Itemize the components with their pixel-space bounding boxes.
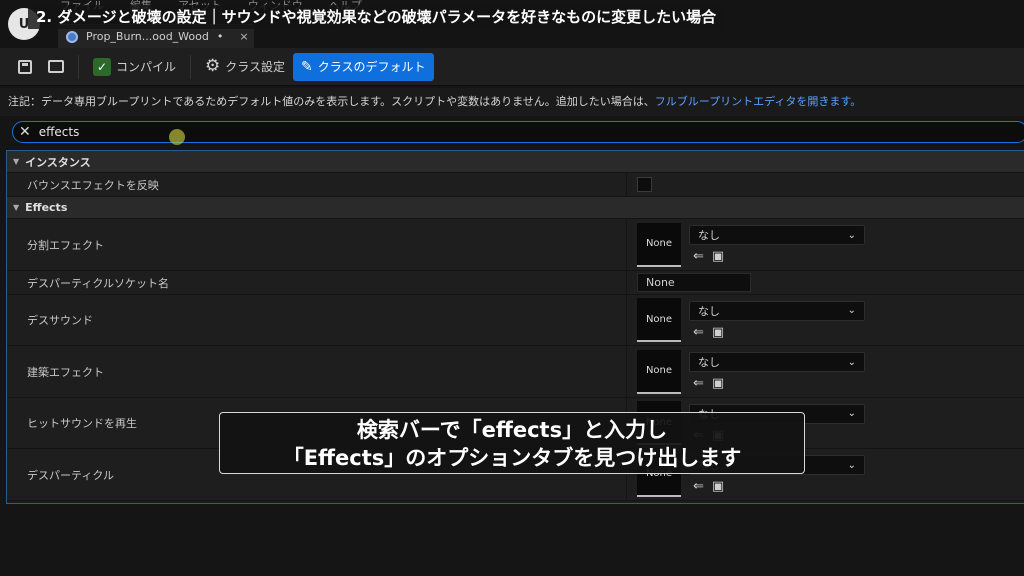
category-label: インスタンス bbox=[25, 155, 91, 169]
category-label: Effects bbox=[25, 201, 68, 214]
pencil-icon: ✎ bbox=[301, 58, 313, 75]
compile-label: コンパイル bbox=[116, 60, 177, 74]
save-icon bbox=[18, 59, 32, 74]
gear-icon: ⚙ bbox=[205, 56, 221, 76]
chevron-down-icon: ⌄ bbox=[847, 408, 856, 419]
data-only-notice: 注記：データ専用ブループリントであるためデフォルト値のみを表示します。スクリプト… bbox=[0, 88, 1024, 116]
notice-text: 注記：データ専用ブループリントであるためデフォルト値のみを表示します。スクリプト… bbox=[8, 95, 655, 108]
asset-thumbnail[interactable]: None bbox=[637, 349, 681, 394]
class-defaults-button[interactable]: ✎ クラスのデフォルト bbox=[293, 52, 434, 81]
bounce-effect-checkbox[interactable] bbox=[637, 177, 652, 192]
chevron-down-icon: ⌄ bbox=[847, 305, 856, 316]
title-bar: U ファイル 編集 アセット ウィンドウ ヘルプ Prop_Burn...ood… bbox=[0, 0, 1024, 48]
asset-picker-dropdown[interactable]: なし ⌄ bbox=[689, 225, 865, 245]
browse-asset-icon[interactable]: ▣ bbox=[712, 325, 724, 340]
toolbar-divider bbox=[190, 54, 192, 79]
modified-indicator: • bbox=[216, 30, 224, 43]
video-subtitle: 検索バーで「effects」と入力し 「Effects」のオプションタブを見つけ… bbox=[219, 412, 805, 474]
compile-button[interactable]: ✓ コンパイル bbox=[85, 53, 184, 81]
category-effects[interactable]: ▼ Effects bbox=[7, 197, 1024, 219]
asset-thumbnail[interactable]: None bbox=[637, 222, 681, 267]
class-settings-label: クラス設定 bbox=[225, 60, 286, 74]
browse-asset-icon[interactable]: ▣ bbox=[712, 479, 724, 494]
class-settings-button[interactable]: ⚙ クラス設定 bbox=[197, 53, 293, 81]
class-defaults-label: クラスのデフォルト bbox=[317, 60, 426, 74]
subtitle-line-1: 検索バーで「effects」と入力し bbox=[356, 418, 668, 442]
blueprint-icon bbox=[66, 30, 78, 43]
browse-asset-icon[interactable]: ▣ bbox=[712, 376, 724, 391]
property-label: デスサウンド bbox=[7, 295, 627, 345]
dropdown-value: なし bbox=[698, 229, 720, 242]
dropdown-value: なし bbox=[698, 304, 720, 318]
dropdown-value: なし bbox=[698, 356, 720, 369]
collapse-arrow-icon: ▼ bbox=[13, 157, 20, 166]
use-selected-icon[interactable]: ⇐ bbox=[693, 249, 704, 264]
search-input[interactable] bbox=[38, 125, 639, 139]
toolbar-divider bbox=[78, 54, 79, 79]
browse-asset-icon[interactable]: ▣ bbox=[712, 249, 724, 264]
property-row: デスパーティクルソケット名 None bbox=[7, 271, 1024, 295]
compile-check-icon: ✓ bbox=[93, 57, 111, 76]
asset-tab-label: Prop_Burn...ood_Wood bbox=[86, 30, 209, 43]
browse-icon bbox=[48, 60, 64, 73]
use-selected-icon[interactable]: ⇐ bbox=[693, 479, 704, 494]
chevron-down-icon: ⌄ bbox=[847, 229, 856, 241]
video-title: 2. ダメージと破壊の設定｜サウンドや視覚効果などの破壊パラメータを好きなものに… bbox=[28, 5, 725, 29]
clear-search-icon[interactable]: ✕ bbox=[19, 125, 31, 139]
use-selected-icon[interactable]: ⇐ bbox=[693, 376, 704, 391]
open-full-editor-link[interactable]: フルブループリントエディタを開きます。 bbox=[655, 95, 861, 108]
asset-picker-dropdown[interactable]: なし ⌄ bbox=[689, 352, 865, 372]
use-selected-icon[interactable]: ⇐ bbox=[693, 325, 704, 340]
property-row: デスサウンド None なし ⌄ ⇐ ▣ bbox=[7, 295, 1024, 346]
asset-picker-dropdown[interactable]: なし ⌄ bbox=[689, 300, 865, 321]
collapse-arrow-icon: ▼ bbox=[13, 203, 20, 212]
chevron-down-icon: ⌄ bbox=[847, 356, 856, 368]
search-bar: ✕ bbox=[12, 121, 1024, 143]
property-row: 建築エフェクト None なし ⌄ ⇐ ▣ bbox=[7, 346, 1024, 398]
chevron-down-icon: ⌄ bbox=[847, 459, 856, 471]
property-row: バウンスエフェクトを反映 bbox=[7, 173, 1024, 197]
browse-button[interactable] bbox=[40, 53, 72, 81]
property-label: デスパーティクルソケット名 bbox=[7, 271, 627, 294]
property-label: バウンスエフェクトを反映 bbox=[7, 173, 627, 196]
toolbar: ✓ コンパイル ⚙ クラス設定 ✎ クラスのデフォルト bbox=[0, 48, 1024, 86]
category-instance[interactable]: ▼ インスタンス bbox=[7, 151, 1024, 173]
asset-thumbnail[interactable]: None bbox=[637, 298, 681, 342]
property-label: 分割エフェクト bbox=[7, 219, 627, 270]
subtitle-line-2: 「Effects」のオプションタブを見つけ出します bbox=[282, 446, 742, 470]
save-button[interactable] bbox=[10, 53, 40, 81]
mouse-cursor-highlight bbox=[169, 129, 185, 145]
socket-name-field[interactable]: None bbox=[637, 273, 751, 292]
property-label: 建築エフェクト bbox=[7, 346, 627, 397]
property-row: 分割エフェクト None なし ⌄ ⇐ ▣ bbox=[7, 219, 1024, 271]
close-icon[interactable]: × bbox=[239, 30, 248, 43]
